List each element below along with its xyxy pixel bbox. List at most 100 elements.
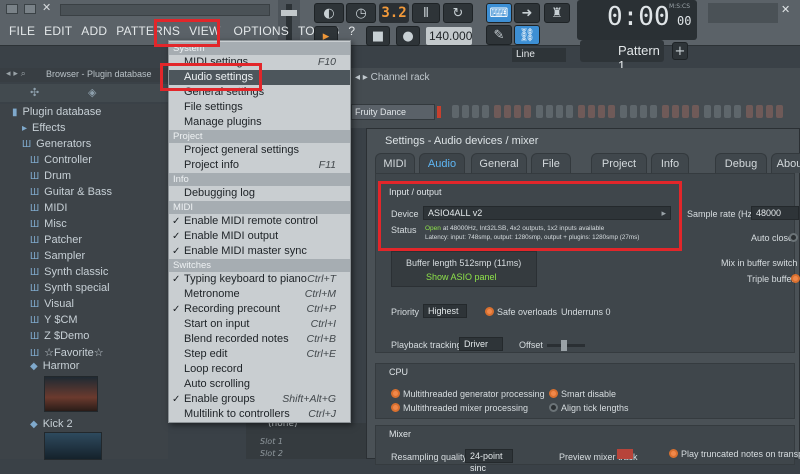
menu-item-recording-precount[interactable]: ✓ Recording precount Ctrl+P xyxy=(169,302,350,317)
smart-disable-toggle[interactable] xyxy=(549,389,558,398)
browser-item-guitar-bass[interactable]: Ш Guitar & Bass xyxy=(30,186,112,201)
step-button[interactable] xyxy=(514,105,521,118)
tempo-display[interactable]: 140.000 xyxy=(426,27,472,45)
device-select[interactable]: ASIO4ALL v2 ▸ xyxy=(423,206,671,220)
step-button[interactable] xyxy=(672,105,679,118)
snap-selector[interactable]: Line xyxy=(512,48,566,62)
step-button[interactable] xyxy=(776,105,783,118)
step-button[interactable] xyxy=(734,105,741,118)
step-button[interactable] xyxy=(724,105,731,118)
step-button[interactable] xyxy=(692,105,699,118)
step-button[interactable] xyxy=(482,105,489,118)
slot-2[interactable]: Slot 2 xyxy=(260,449,283,458)
triple-buffer-toggle[interactable] xyxy=(791,274,800,283)
menu-item-loop-record[interactable]: Loop record xyxy=(169,362,350,377)
browser-item-z-demo[interactable]: ШZ $Demo xyxy=(30,330,89,345)
step-button[interactable] xyxy=(662,105,669,118)
step-button[interactable] xyxy=(714,105,721,118)
stop-icon[interactable]: ■ xyxy=(366,26,390,46)
arrow-right-icon[interactable]: ➜ xyxy=(514,3,540,23)
step-button[interactable] xyxy=(620,105,627,118)
record-icon[interactable]: ● xyxy=(396,26,420,46)
browser-item-midi[interactable]: Ш MIDI xyxy=(30,202,67,217)
close-icon[interactable]: ✕ xyxy=(42,2,54,14)
step-button[interactable] xyxy=(524,105,531,118)
menu-item-step-edit[interactable]: Step edit Ctrl+E xyxy=(169,347,350,362)
menu-item-enable-midi-output[interactable]: ✓ Enable MIDI output xyxy=(169,229,350,244)
step-button[interactable] xyxy=(756,105,763,118)
menu-item-audio-settings[interactable]: Audio settings xyxy=(169,70,350,85)
browser-item-synth-special[interactable]: Ш Synth special xyxy=(30,282,110,297)
buffer-length[interactable]: Buffer length 512smp (11ms) xyxy=(406,258,521,268)
brush-icon[interactable]: ✎ xyxy=(486,25,512,45)
step-button[interactable] xyxy=(566,105,573,118)
menu-item-manage-plugins[interactable]: Manage plugins xyxy=(169,115,350,130)
step-button[interactable] xyxy=(536,105,543,118)
collapse-icon[interactable]: ✣ xyxy=(30,86,39,99)
sample-rate-select[interactable]: 48000 xyxy=(751,206,799,220)
browser-item-generators[interactable]: Ш Generators xyxy=(22,138,91,153)
menu-item-multilink[interactable]: Multilink to controllers Ctrl+J xyxy=(169,407,350,422)
step-edit-icon[interactable]: ⫴ xyxy=(412,3,440,23)
step-button[interactable] xyxy=(598,105,605,118)
step-button[interactable] xyxy=(650,105,657,118)
step-button[interactable] xyxy=(504,105,511,118)
step-button[interactable] xyxy=(452,105,459,118)
step-button[interactable] xyxy=(494,105,501,118)
offset-slider[interactable] xyxy=(547,340,585,351)
menu-item-blend-recorded-notes[interactable]: Blend recorded notes Ctrl+B xyxy=(169,332,350,347)
step-button[interactable] xyxy=(640,105,647,118)
step-button[interactable] xyxy=(704,105,711,118)
menu-item-enable-midi-master-sync[interactable]: ✓ Enable MIDI master sync xyxy=(169,244,350,259)
menu-file[interactable]: FILE xyxy=(9,24,35,38)
browser-item-effects[interactable]: ▸ Effects xyxy=(22,122,65,137)
menu-item-project-info[interactable]: Project info F11 xyxy=(169,158,350,173)
align-ticks-toggle[interactable] xyxy=(549,403,558,412)
window-close-icon[interactable]: ✕ xyxy=(781,3,795,17)
slot-1[interactable]: Slot 1 xyxy=(260,437,283,446)
browser-item-harmor[interactable]: ◆ Harmor xyxy=(30,360,79,375)
browser-item-controller[interactable]: Ш Controller xyxy=(30,154,92,169)
tab-general[interactable]: General xyxy=(471,153,527,173)
auto-close-toggle[interactable] xyxy=(789,233,798,242)
truncated-toggle[interactable] xyxy=(669,449,678,458)
show-asio-button[interactable]: Show ASIO panel xyxy=(426,272,497,282)
safe-overloads-toggle[interactable] xyxy=(485,307,494,316)
typing-keyboard-icon[interactable]: ⌨ xyxy=(486,3,512,23)
browser-item-visual[interactable]: Ш Visual xyxy=(30,298,74,313)
priority-select[interactable]: Highest xyxy=(423,304,467,318)
tab-midi[interactable]: MIDI xyxy=(375,153,415,173)
menu-item-enable-groups[interactable]: ✓ Enable groups Shift+Alt+G xyxy=(169,392,350,407)
step-button[interactable] xyxy=(462,105,469,118)
menu-item-start-on-input[interactable]: Start on input Ctrl+I xyxy=(169,317,350,332)
step-button[interactable] xyxy=(766,105,773,118)
playback-select[interactable]: Driver xyxy=(459,337,503,351)
menu-item-general-settings[interactable]: General settings xyxy=(169,85,350,100)
step-button[interactable] xyxy=(630,105,637,118)
loop-record-icon[interactable]: ↻ xyxy=(443,3,473,23)
step-button[interactable] xyxy=(578,105,585,118)
minimize-button[interactable] xyxy=(6,4,18,14)
menu-edit[interactable]: EDIT xyxy=(44,24,72,38)
step-button[interactable] xyxy=(588,105,595,118)
browser-item-misc[interactable]: Ш Misc xyxy=(30,218,67,233)
menu-item-midi-settings[interactable]: MIDI settings F10 xyxy=(169,55,350,70)
step-button[interactable] xyxy=(682,105,689,118)
menu-item-debugging-log[interactable]: Debugging log xyxy=(169,186,350,201)
metronome-icon[interactable]: ◷ xyxy=(346,3,376,23)
step-button[interactable] xyxy=(472,105,479,118)
link-icon[interactable]: ⛓ xyxy=(514,25,540,45)
menu-item-auto-scrolling[interactable]: Auto scrolling xyxy=(169,377,350,392)
browser-item-sampler[interactable]: Ш Sampler xyxy=(30,250,85,265)
browser-item-drum[interactable]: Ш Drum xyxy=(30,170,71,185)
menu-view[interactable]: VIEW xyxy=(189,24,220,38)
view-icon[interactable]: ◈ xyxy=(88,86,96,99)
menu-item-metronome[interactable]: Metronome Ctrl+M xyxy=(169,287,350,302)
menu-options[interactable]: OPTIONS xyxy=(234,24,289,38)
channel-button[interactable]: Fruity Dance xyxy=(351,104,435,120)
add-pattern-icon[interactable]: + xyxy=(672,42,688,60)
menu-item-enable-midi-remote[interactable]: ✓ Enable MIDI remote control xyxy=(169,214,350,229)
song-mode-icon[interactable]: ◐ xyxy=(314,3,344,23)
menu-add[interactable]: ADD xyxy=(81,24,107,38)
browser-item-kick-2[interactable]: ◆ Kick 2 xyxy=(30,418,73,433)
